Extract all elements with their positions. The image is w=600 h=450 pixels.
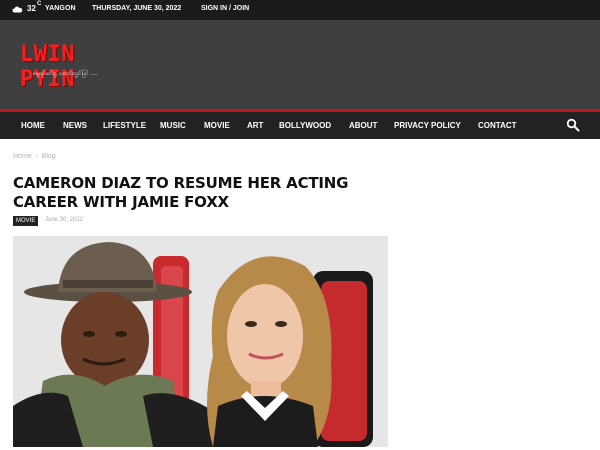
nav-item-music[interactable]: MUSIC: [160, 121, 186, 130]
logo-text: LWIN PYIN: [20, 42, 75, 92]
current-date: THURSDAY, JUNE 30, 2022: [92, 5, 182, 12]
nav-item-privacy-policy[interactable]: PRIVACY POLICY: [394, 121, 461, 130]
featured-image: [13, 236, 388, 447]
breadcrumb-home[interactable]: Home: [13, 153, 32, 160]
logo-tagline: နေ့စဉ်ဖတ်ရှု သတင်းလွှင်ပြင် .....: [33, 71, 98, 77]
nav-item-home[interactable]: HOME: [21, 121, 45, 130]
main-nav: HOME NEWS LIFESTYLE MUSIC MOVIE ART BOLL…: [0, 112, 600, 139]
nav-item-about[interactable]: ABOUT: [349, 121, 377, 130]
breadcrumb-blog[interactable]: Blog: [42, 153, 56, 160]
search-icon[interactable]: [566, 118, 580, 132]
temperature: 32: [27, 4, 36, 13]
breadcrumb: Home › Blog: [13, 153, 56, 160]
breadcrumb-separator-icon: ›: [35, 154, 38, 160]
featured-photo-illustration: [13, 236, 388, 447]
sign-in-link[interactable]: SIGN IN / JOIN: [201, 5, 249, 12]
nav-item-art[interactable]: ART: [247, 121, 263, 130]
site-logo[interactable]: LWIN PYIN နေ့စဉ်ဖတ်ရှု သတင်းလွှင်ပြင် ..…: [20, 42, 140, 92]
site-header: LWIN PYIN နေ့စဉ်ဖတ်ရှု သတင်းလွှင်ပြင် ..…: [0, 20, 600, 109]
temperature-unit: C: [37, 1, 42, 7]
nav-item-bollywood[interactable]: BOLLYWOOD: [279, 121, 331, 130]
category-badge[interactable]: MOVIE: [13, 216, 39, 226]
weather-city: YANGON: [45, 5, 76, 12]
cloud-icon: [12, 6, 23, 13]
top-bar: 32 C YANGON THURSDAY, JUNE 30, 2022 SIGN…: [0, 0, 600, 20]
post-date: June 30, 2022: [45, 217, 84, 223]
nav-item-news[interactable]: NEWS: [63, 121, 87, 130]
article-title: CAMERON DIAZ TO RESUME HER ACTING CAREER…: [13, 174, 349, 211]
nav-item-lifestyle[interactable]: LIFESTYLE: [103, 121, 146, 130]
nav-item-movie[interactable]: MOVIE: [204, 121, 230, 130]
nav-item-contact[interactable]: CONTACT: [478, 121, 517, 130]
